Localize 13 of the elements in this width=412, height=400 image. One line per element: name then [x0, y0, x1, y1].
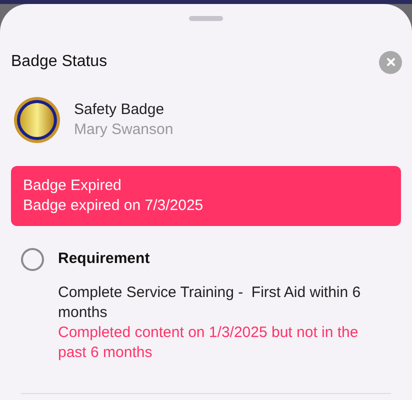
drag-handle[interactable] — [189, 16, 223, 21]
badge-name: Safety Badge — [74, 100, 166, 120]
requirement-description: Complete Service Training - First Aid within 6 months — [58, 283, 362, 323]
requirement-label: Requirement — [58, 249, 150, 270]
requirement-radio[interactable] — [21, 248, 44, 271]
alert-message: Badge expired on 7/3/2025 — [23, 196, 204, 216]
alert-title: Badge Expired — [23, 176, 122, 196]
sheet-title: Badge Status — [11, 52, 108, 72]
close-button[interactable] — [379, 50, 402, 74]
medal-icon — [13, 96, 61, 144]
close-icon — [386, 57, 396, 67]
badge-holder: Mary Swanson — [74, 120, 174, 140]
requirement-note: Completed content on 1/3/2025 but not in the past 6 months — [58, 323, 360, 363]
